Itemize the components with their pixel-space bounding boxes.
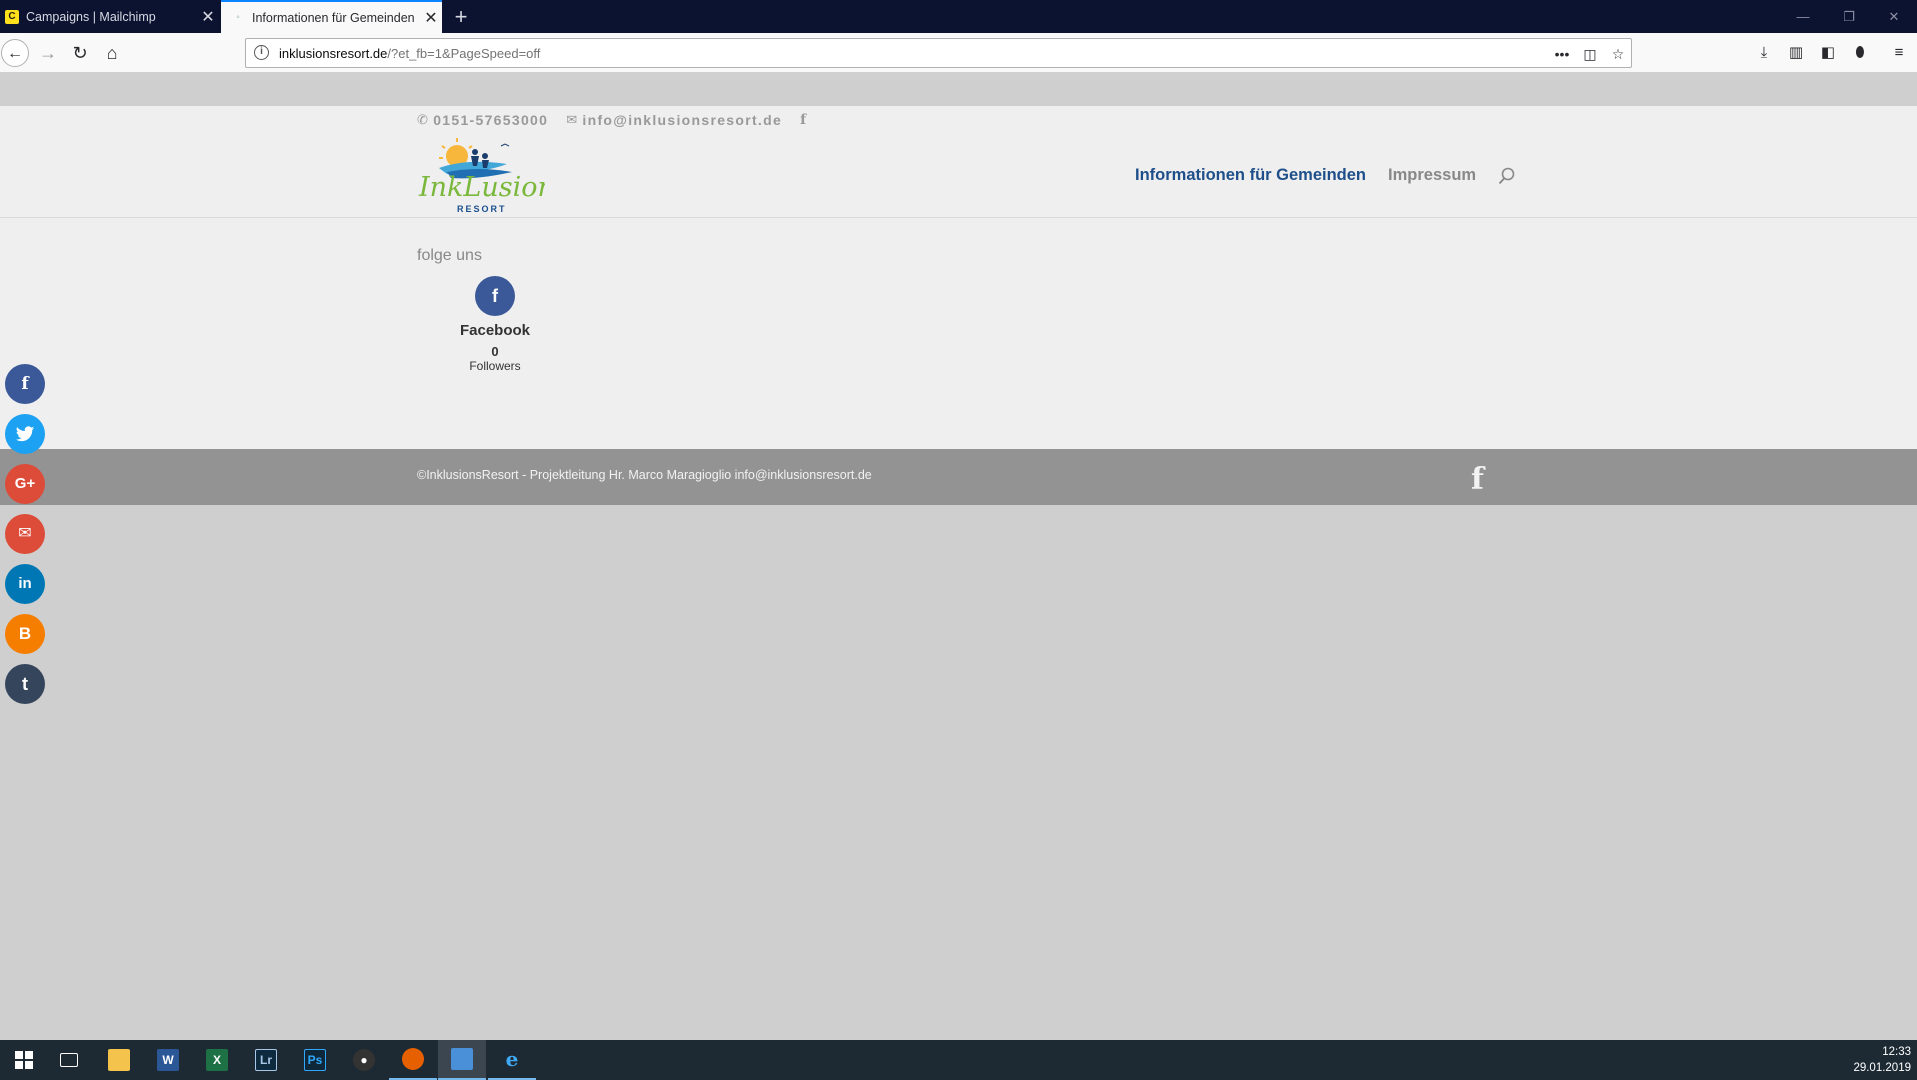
main-navigation: Informationen für Gemeinden Impressum (1135, 166, 1516, 185)
facebook-icon[interactable]: f (800, 112, 807, 128)
firefox-icon[interactable] (389, 1040, 437, 1080)
site-info-icon[interactable]: i (254, 45, 269, 60)
facebook-follow-icon[interactable]: f (475, 276, 515, 316)
nav-item-impressum[interactable]: Impressum (1388, 166, 1476, 185)
new-tab-button[interactable]: + (447, 3, 475, 30)
share-linkedin-icon[interactable]: in (5, 564, 45, 604)
system-clock[interactable]: 12:33 29.01.2019 (1853, 1044, 1911, 1076)
share-tumblr-icon[interactable]: t (5, 664, 45, 704)
follower-count: 0 (491, 344, 499, 359)
excel-icon[interactable]: X (193, 1040, 241, 1080)
minimize-button[interactable]: — (1780, 0, 1826, 33)
svg-text:InkLusions: InkLusions (418, 172, 545, 203)
url-bar[interactable]: i inklusionsresort.de/?et_fb=1&PageSpeed… (245, 38, 1632, 68)
task-view-icon[interactable] (45, 1040, 93, 1080)
menu-icon[interactable]: ≡ (1887, 41, 1911, 65)
nav-item-informationen[interactable]: Informationen für Gemeinden (1135, 166, 1366, 185)
davinci-resolve-icon[interactable]: ● (340, 1040, 388, 1080)
downloads-icon[interactable]: ⤓ (1752, 41, 1776, 65)
phone-icon: ✆ (417, 112, 430, 127)
forward-button[interactable]: → (34, 39, 62, 67)
top-info-bar: ✆ 0151-57653000 ✉ info@inklusionsresort.… (417, 112, 825, 128)
navigation-toolbar: ← → ↻ ⌂ i inklusionsresort.de/?et_fb=1&P… (0, 33, 1917, 73)
site-logo[interactable]: InkLusions RESORT (417, 136, 569, 216)
email-link[interactable]: info@inklusionsresort.de (582, 112, 782, 128)
mailchimp-icon: C (5, 9, 19, 24)
tab-title: Informationen für Gemeinden (252, 10, 415, 25)
footer-text: ©InklusionsResort - Projektleitung Hr. M… (417, 468, 872, 482)
close-tab-icon[interactable]: ✕ (420, 8, 442, 28)
tab-title: Campaigns | Mailchimp (26, 9, 156, 24)
lightroom-icon[interactable]: Lr (242, 1040, 290, 1080)
reload-button[interactable]: ↻ (66, 39, 94, 67)
home-button[interactable]: ⌂ (98, 39, 126, 67)
restore-button[interactable]: ❐ (1826, 0, 1872, 33)
phone-number[interactable]: 0151-57653000 (433, 112, 548, 128)
mail-icon: ✉ (566, 112, 579, 127)
empty-page-area (0, 505, 1917, 1040)
loading-icon: ◦ (236, 12, 240, 23)
svg-text:RESORT: RESORT (457, 204, 507, 214)
builder-top-bar (0, 74, 1917, 106)
share-twitter-icon[interactable] (5, 414, 45, 454)
clock-date: 29.01.2019 (1853, 1062, 1911, 1074)
clock-time: 12:33 (1882, 1046, 1911, 1058)
app-icon-active[interactable] (438, 1040, 486, 1080)
tab-informationen[interactable]: ◦ Informationen für Gemeinden ✕ (221, 0, 442, 33)
share-blogger-icon[interactable]: B (5, 614, 45, 654)
site-footer: ©InklusionsResort - Projektleitung Hr. M… (0, 449, 1917, 505)
close-window-button[interactable]: ✕ (1871, 0, 1917, 33)
footer-facebook-icon[interactable]: f (1471, 462, 1484, 497)
page-actions-icon[interactable]: ••• (1551, 43, 1573, 65)
page-content: ✆ 0151-57653000 ✉ info@inklusionsresort.… (0, 106, 1917, 449)
extension-icon[interactable]: ⬮ (1848, 41, 1872, 65)
url-text[interactable]: inklusionsresort.de/?et_fb=1&PageSpeed=o… (279, 46, 540, 61)
photoshop-icon[interactable]: Ps (291, 1040, 339, 1080)
tab-bar: C Campaigns | Mailchimp ✕ ◦ Informatione… (0, 0, 1917, 33)
bookmark-star-icon[interactable]: ☆ (1607, 43, 1629, 65)
file-explorer-icon[interactable] (95, 1040, 143, 1080)
back-button[interactable]: ← (1, 39, 29, 67)
sidebar-icon[interactable]: ◧ (1816, 41, 1840, 65)
windows-start-icon[interactable] (0, 1040, 48, 1080)
follower-label: Followers (469, 359, 521, 373)
tab-mailchimp[interactable]: C Campaigns | Mailchimp ✕ (0, 0, 219, 33)
share-facebook-icon[interactable]: f (5, 364, 45, 404)
follow-network-name[interactable]: Facebook (440, 322, 550, 339)
share-email-icon[interactable]: ✉ (5, 514, 45, 554)
edge-icon[interactable]: e (488, 1040, 536, 1080)
library-icon[interactable]: ▥ (1784, 41, 1808, 65)
windows-taskbar: W X Lr Ps ● e 12:33 29.01.2019 (0, 1040, 1917, 1080)
site-header: ✆ 0151-57653000 ✉ info@inklusionsresort.… (0, 106, 1917, 218)
word-icon[interactable]: W (144, 1040, 192, 1080)
follow-heading: folge uns (417, 247, 482, 264)
search-icon[interactable] (1498, 167, 1516, 185)
pocket-icon[interactable]: ◫ (1579, 43, 1601, 65)
share-google-plus-icon[interactable]: G+ (5, 464, 45, 504)
close-tab-icon[interactable]: ✕ (197, 7, 219, 27)
